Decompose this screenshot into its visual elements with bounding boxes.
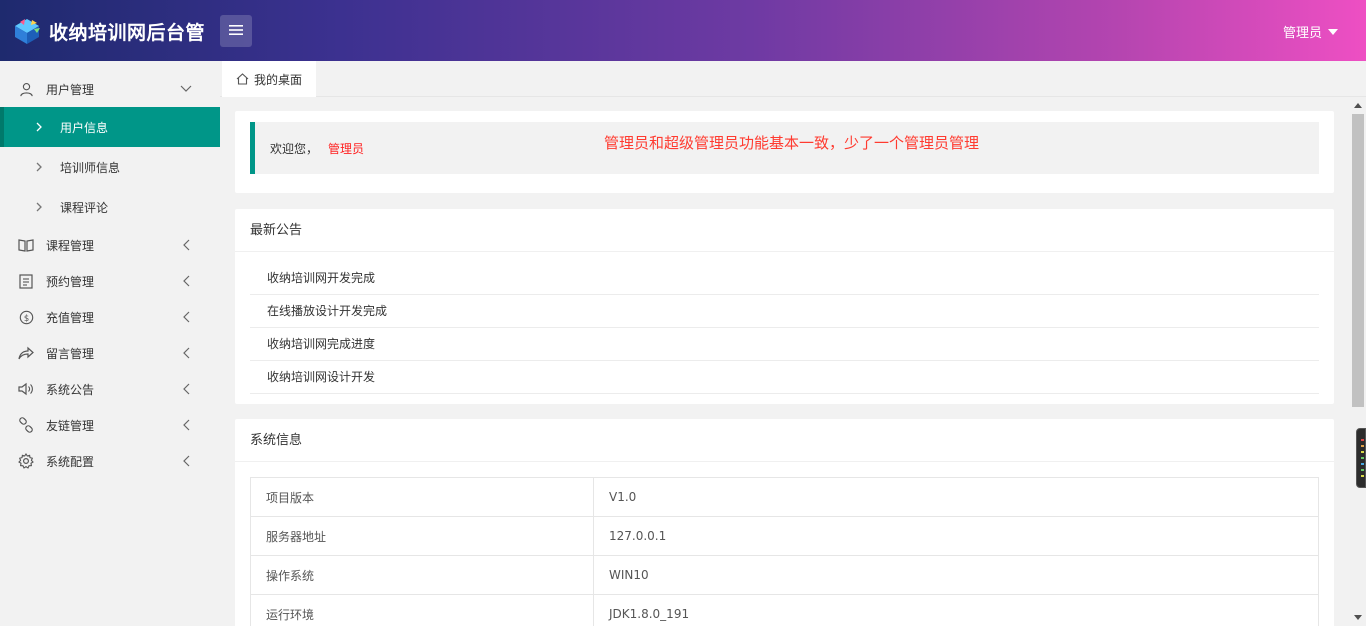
chevron-right-icon	[36, 122, 46, 132]
notice-item[interactable]: 在线播放设计开发完成	[250, 295, 1319, 328]
sidebar-item-system-announcement[interactable]: 系统公告	[0, 371, 220, 407]
calendar-icon	[18, 273, 34, 289]
dollar-icon: $	[18, 309, 34, 325]
sidebar-item-user-management[interactable]: 用户管理	[0, 71, 220, 107]
sidebar-subitem-label: 课程评论	[60, 200, 109, 215]
hamburger-icon	[229, 24, 243, 39]
welcome-username: 管理员	[328, 142, 365, 156]
info-value: 127.0.0.1	[593, 516, 1319, 556]
sidebar-item-message-management[interactable]: 留言管理	[0, 335, 220, 371]
chevron-left-icon	[180, 419, 192, 431]
notice-item[interactable]: 收纳培训网设计开发	[250, 361, 1319, 394]
table-row: 运行环境 JDK1.8.0_191	[250, 594, 1319, 626]
sidebar-item-system-config[interactable]: 系统配置	[0, 443, 220, 479]
sidebar-item-course-management[interactable]: 课程管理	[0, 227, 220, 263]
book-icon	[18, 237, 34, 253]
notice-item[interactable]: 收纳培训网完成进度	[250, 328, 1319, 361]
chevron-left-icon	[180, 383, 192, 395]
share-icon	[18, 345, 34, 361]
chevron-down-icon	[180, 83, 192, 95]
chevron-left-icon	[180, 347, 192, 359]
tab-bar: 我的桌面	[220, 61, 1366, 97]
sidebar-item-label: 友链管理	[46, 418, 95, 433]
notice-item[interactable]: 收纳培训网开发完成	[250, 262, 1319, 295]
notice-title: 最新公告	[235, 209, 1334, 252]
sidebar-item-label: 系统配置	[46, 454, 95, 469]
sidebar-item-label: 课程管理	[46, 238, 95, 253]
info-key: 运行环境	[250, 594, 594, 626]
info-value: WIN10	[593, 555, 1319, 595]
info-key: 操作系统	[250, 555, 594, 595]
sidebar-item-label: 系统公告	[46, 382, 95, 397]
sidebar-item-label: 用户管理	[46, 82, 95, 97]
menu-toggle-button[interactable]	[220, 15, 252, 47]
chevron-left-icon	[180, 311, 192, 323]
table-row: 服务器地址 127.0.0.1	[250, 516, 1319, 556]
tab-my-desktop[interactable]: 我的桌面	[222, 61, 316, 97]
sidebar-item-recharge-management[interactable]: $ 充值管理	[0, 299, 220, 335]
sidebar-item-label: 充值管理	[46, 310, 95, 325]
user-menu[interactable]: 管理员	[1283, 22, 1338, 41]
main-content: 欢迎您， 管理员 管理员和超级管理员功能基本一致，少了一个管理员管理 最新公告 收…	[220, 97, 1350, 626]
sidebar-item-label: 留言管理	[46, 346, 95, 361]
gear-icon	[18, 453, 34, 469]
user-icon	[18, 81, 34, 97]
sidebar-subitem-label: 用户信息	[60, 120, 109, 135]
info-value: JDK1.8.0_191	[593, 594, 1319, 626]
app-title: 收纳培训网后台管	[49, 21, 206, 44]
welcome-greeting: 欢迎您，	[270, 142, 319, 156]
system-info-title: 系统信息	[235, 419, 1334, 462]
system-info-table: 项目版本 V1.0 服务器地址 127.0.0.1 操作系统 WIN10 运行环…	[250, 477, 1319, 626]
chevron-left-icon	[180, 275, 192, 287]
info-key: 项目版本	[250, 477, 594, 517]
sidebar-subitem-trainer-info[interactable]: 培训师信息	[0, 147, 220, 187]
svg-text:$: $	[23, 312, 28, 322]
info-key: 服务器地址	[250, 516, 594, 556]
table-row: 项目版本 V1.0	[250, 477, 1319, 517]
user-menu-label: 管理员	[1282, 26, 1322, 41]
chevron-left-icon	[180, 455, 192, 467]
vertical-scrollbar[interactable]	[1350, 97, 1366, 626]
welcome-card: 欢迎您， 管理员 管理员和超级管理员功能基本一致，少了一个管理员管理	[235, 111, 1334, 193]
logo[interactable]: 收纳培训网后台管	[12, 14, 205, 48]
chevron-right-icon	[36, 202, 46, 212]
logo-icon	[12, 16, 42, 46]
sidebar-item-link-management[interactable]: 友链管理	[0, 407, 220, 443]
speaker-icon	[18, 381, 34, 397]
sidebar-subitem-course-comments[interactable]: 课程评论	[0, 187, 220, 227]
home-icon	[236, 73, 249, 85]
role-note: 管理员和超级管理员功能基本一致，少了一个管理员管理	[604, 134, 980, 152]
sidebar: 用户管理 用户信息 培训师信息 课程评论 课程管理 预约管理 $ 充值管理 留言…	[0, 61, 220, 626]
chevron-left-icon	[180, 239, 192, 251]
scroll-down-arrow-icon[interactable]	[1354, 615, 1362, 620]
system-info-card: 系统信息 项目版本 V1.0 服务器地址 127.0.0.1 操作系统 WIN1…	[235, 419, 1334, 626]
welcome-box: 欢迎您， 管理员 管理员和超级管理员功能基本一致，少了一个管理员管理	[250, 122, 1319, 174]
welcome-text: 欢迎您， 管理员	[270, 140, 364, 157]
chevron-right-icon	[36, 162, 46, 172]
link-icon	[18, 417, 34, 433]
side-meter-widget[interactable]	[1356, 428, 1366, 488]
sidebar-item-label: 预约管理	[46, 274, 95, 289]
tab-label: 我的桌面	[254, 72, 303, 87]
sidebar-item-booking-management[interactable]: 预约管理	[0, 263, 220, 299]
table-row: 操作系统 WIN10	[250, 555, 1319, 595]
scroll-up-arrow-icon[interactable]	[1354, 103, 1362, 108]
sidebar-subitem-label: 培训师信息	[60, 160, 121, 175]
notice-card: 最新公告 收纳培训网开发完成 在线播放设计开发完成 收纳培训网完成进度 收纳培训…	[235, 209, 1334, 404]
info-value: V1.0	[593, 477, 1319, 517]
top-header: 收纳培训网后台管 管理员	[0, 0, 1366, 61]
sidebar-subitem-user-info[interactable]: 用户信息	[0, 107, 220, 147]
scrollbar-thumb[interactable]	[1352, 114, 1364, 407]
notice-list: 收纳培训网开发完成 在线播放设计开发完成 收纳培训网完成进度 收纳培训网设计开发	[235, 252, 1334, 394]
caret-down-icon	[1328, 28, 1338, 35]
